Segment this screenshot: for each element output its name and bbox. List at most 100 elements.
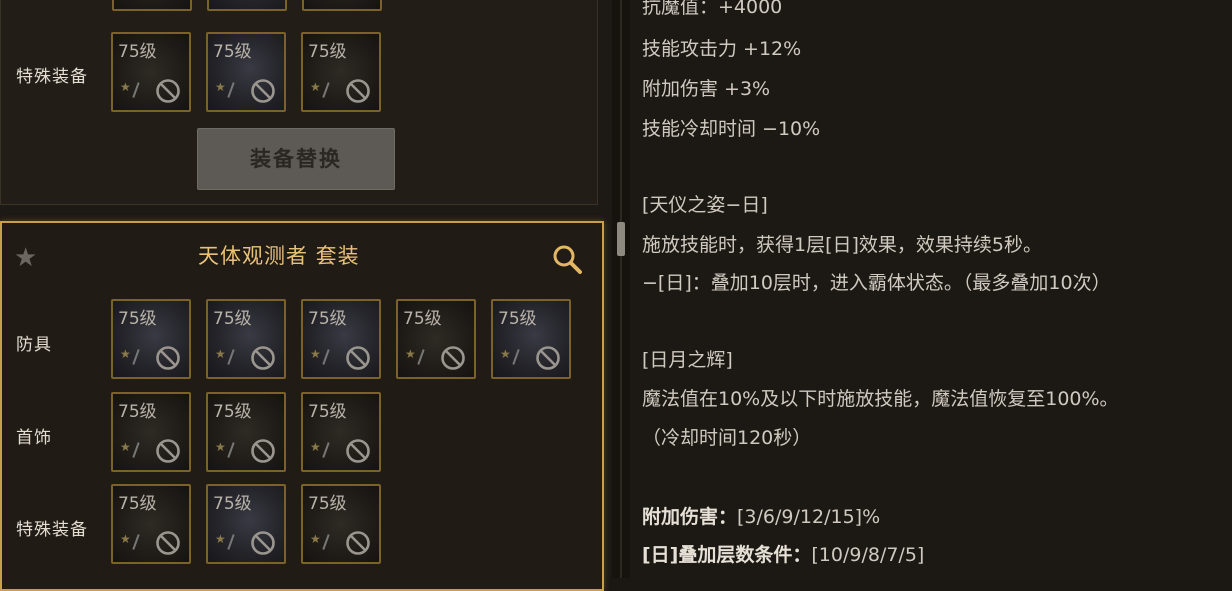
description-line: −[日]：叠加10层时，进入霸体状态。（最多叠加10次） bbox=[642, 272, 1111, 294]
star-icon: ★ bbox=[120, 347, 131, 361]
special-slot-3[interactable]: 75级 ★ bbox=[301, 484, 381, 564]
star-icon: ★ bbox=[215, 440, 226, 454]
slot-level: 75级 bbox=[118, 309, 157, 329]
armor-slot-4[interactable]: 75级 ★ bbox=[396, 299, 476, 379]
ban-icon bbox=[156, 439, 180, 463]
special-equipment-label: 特殊装备 bbox=[16, 67, 88, 87]
ban-icon bbox=[251, 531, 275, 555]
special-equipment-slot-2[interactable]: 75级 ★ bbox=[206, 32, 286, 112]
stack-condition-line: [日]叠加层数条件：[10/9/8/7/5] bbox=[642, 540, 924, 567]
description-line: 魔法值在10%及以下时施放技能，魔法值恢复至100%。 bbox=[642, 388, 1119, 410]
star-icon: ★ bbox=[310, 440, 321, 454]
slot-level: 75级 bbox=[498, 309, 537, 329]
armor-slot-2[interactable]: 75级 ★ bbox=[206, 299, 286, 379]
slot-level: 75级 bbox=[213, 309, 252, 329]
armor-slot-5[interactable]: 75级 ★ bbox=[491, 299, 571, 379]
ban-icon bbox=[536, 346, 560, 370]
set-description-panel: 抗魔值：+4000 技能攻击力 +12% 附加伤害 +3% 技能冷却时间 −10… bbox=[630, 0, 1232, 578]
set-title: 天体观测者 套装 bbox=[198, 244, 360, 268]
accessory-slot-1[interactable]: 75级 ★ bbox=[111, 392, 191, 472]
star-icon: ★ bbox=[310, 80, 321, 94]
armor-slot-1[interactable]: 75级 ★ bbox=[111, 299, 191, 379]
star-icon: ★ bbox=[215, 80, 226, 94]
ban-icon bbox=[251, 79, 275, 103]
description-line: 附加伤害 +3% bbox=[642, 78, 771, 100]
slot-divider bbox=[227, 534, 235, 550]
ban-icon bbox=[156, 346, 180, 370]
favorite-star-icon[interactable]: ★ bbox=[14, 245, 37, 271]
special-equipment-label: 特殊装备 bbox=[16, 520, 88, 540]
star-icon: ★ bbox=[120, 532, 131, 546]
slot-divider bbox=[322, 82, 330, 98]
ban-icon bbox=[346, 439, 370, 463]
extra-damage-value: [3/6/9/12/15]% bbox=[737, 506, 881, 528]
description-line: （冷却时间120秒） bbox=[642, 427, 812, 449]
slot-divider bbox=[132, 442, 140, 458]
slot-divider bbox=[132, 82, 140, 98]
ban-icon bbox=[346, 531, 370, 555]
star-icon: ★ bbox=[120, 80, 131, 94]
special-slot-1[interactable]: 75级 ★ bbox=[111, 484, 191, 564]
slot-level: 75级 bbox=[118, 402, 157, 422]
panel-scrollbar[interactable] bbox=[612, 0, 630, 578]
slot-level: 75级 bbox=[213, 42, 252, 62]
description-line: 施放技能时，获得1层[日]效果，效果持续5秒。 bbox=[642, 234, 1043, 256]
slot-level: 75级 bbox=[118, 494, 157, 514]
slot-level: 75级 bbox=[213, 402, 252, 422]
search-icon[interactable] bbox=[551, 243, 583, 275]
description-line: [日月之辉] bbox=[642, 349, 733, 371]
equipment-slot[interactable] bbox=[112, 0, 192, 11]
slot-divider bbox=[512, 349, 520, 365]
star-icon: ★ bbox=[310, 347, 321, 361]
special-equipment-slot-1[interactable]: 75级 ★ bbox=[111, 32, 191, 112]
armor-slot-3[interactable]: 75级 ★ bbox=[301, 299, 381, 379]
slot-divider bbox=[132, 349, 140, 365]
slot-level: 75级 bbox=[308, 42, 347, 62]
slot-divider bbox=[227, 82, 235, 98]
ban-icon bbox=[156, 79, 180, 103]
accessory-slot-3[interactable]: 75级 ★ bbox=[301, 392, 381, 472]
description-line: 抗魔值：+4000 bbox=[642, 0, 783, 18]
accessory-slot-2[interactable]: 75级 ★ bbox=[206, 392, 286, 472]
slot-level: 75级 bbox=[308, 309, 347, 329]
slot-divider bbox=[322, 534, 330, 550]
star-icon: ★ bbox=[215, 347, 226, 361]
equipment-panel: 特殊装备 75级 ★ 75级 ★ 75级 ★ 装备替换 ★ 天体观测者 套装 防… bbox=[0, 0, 612, 591]
special-slot-2[interactable]: 75级 ★ bbox=[206, 484, 286, 564]
accessory-label: 首饰 bbox=[16, 428, 52, 448]
equipment-slot[interactable] bbox=[207, 0, 287, 11]
ban-icon bbox=[251, 439, 275, 463]
special-equipment-slot-3[interactable]: 75级 ★ bbox=[301, 32, 381, 112]
star-icon: ★ bbox=[310, 532, 321, 546]
slot-divider bbox=[322, 442, 330, 458]
scrollbar-track bbox=[620, 0, 622, 578]
description-line: [天仪之姿−日] bbox=[642, 194, 768, 216]
equipment-swap-button[interactable]: 装备替换 bbox=[197, 128, 395, 190]
armor-label: 防具 bbox=[16, 335, 52, 355]
slot-divider bbox=[132, 534, 140, 550]
slot-divider bbox=[227, 349, 235, 365]
slot-level: 75级 bbox=[213, 494, 252, 514]
star-icon: ★ bbox=[405, 347, 416, 361]
slot-divider bbox=[322, 349, 330, 365]
star-icon: ★ bbox=[215, 532, 226, 546]
stack-condition-label: [日]叠加层数条件： bbox=[642, 544, 812, 566]
slot-level: 75级 bbox=[118, 42, 157, 62]
star-icon: ★ bbox=[120, 440, 131, 454]
slot-divider bbox=[227, 442, 235, 458]
ban-icon bbox=[346, 79, 370, 103]
equipment-slot[interactable] bbox=[302, 0, 382, 11]
scrollbar-thumb[interactable] bbox=[617, 222, 625, 256]
extra-damage-line: 附加伤害：[3/6/9/12/15]% bbox=[642, 502, 880, 529]
stack-condition-value: [10/9/8/7/5] bbox=[811, 544, 925, 566]
extra-damage-label: 附加伤害： bbox=[642, 506, 738, 528]
slot-level: 75级 bbox=[308, 402, 347, 422]
slot-level: 75级 bbox=[403, 309, 442, 329]
ban-icon bbox=[251, 346, 275, 370]
description-line: 技能攻击力 +12% bbox=[642, 38, 802, 60]
slot-divider bbox=[417, 349, 425, 365]
ban-icon bbox=[156, 531, 180, 555]
ban-icon bbox=[441, 346, 465, 370]
description-line: 技能冷却时间 −10% bbox=[642, 118, 821, 140]
ban-icon bbox=[346, 346, 370, 370]
